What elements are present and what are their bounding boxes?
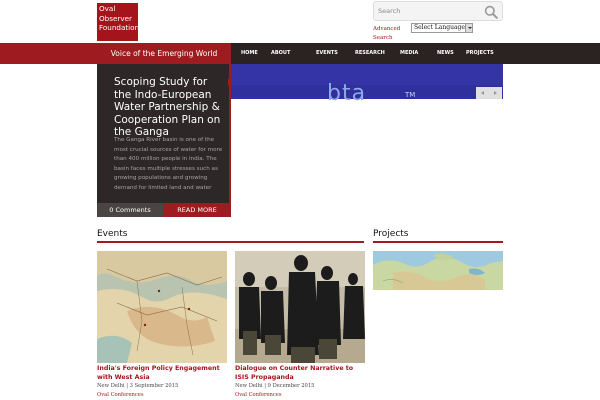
comments-button[interactable]: 0 Comments bbox=[97, 203, 163, 217]
chevron-right-icon[interactable] bbox=[489, 87, 502, 99]
project-map-image[interactable] bbox=[373, 251, 503, 290]
event-map-image[interactable] bbox=[97, 251, 227, 363]
language-select-value: Select Language bbox=[414, 24, 465, 31]
events-divider bbox=[97, 241, 364, 243]
event-category-2[interactable]: Oval Conferences bbox=[235, 392, 365, 398]
featured-story-title[interactable]: Scoping Study for the Indo-European Wate… bbox=[114, 76, 226, 139]
events-heading: Events bbox=[97, 229, 128, 239]
logo-line-1: Oval bbox=[99, 4, 116, 13]
slider-image-text: bta bbox=[327, 81, 367, 106]
search-icon[interactable] bbox=[484, 4, 498, 19]
event-title-2[interactable]: Dialogue on Counter Narrative to ISIS Pr… bbox=[235, 365, 367, 382]
nav-item-about-us[interactable]: ABOUT US bbox=[271, 43, 290, 77]
site-tagline: Voice of the Emerging World bbox=[110, 49, 218, 58]
logo-line-3: Foundation bbox=[99, 23, 140, 32]
nav-item-media[interactable]: MEDIA bbox=[400, 43, 418, 64]
nav-item-research[interactable]: RESEARCH bbox=[355, 43, 385, 64]
event-meta-1: New Delhi | 3 September 2015 bbox=[97, 383, 179, 389]
nav-item-events[interactable]: EVENTS bbox=[316, 43, 338, 64]
slider-image-band bbox=[231, 64, 503, 85]
language-select[interactable]: Select Language bbox=[411, 23, 473, 33]
slider-arrows bbox=[476, 87, 502, 99]
featured-pointer bbox=[228, 78, 232, 86]
projects-heading: Projects bbox=[373, 229, 409, 239]
nav-item-home[interactable]: HOME bbox=[241, 43, 258, 64]
event-group-image[interactable] bbox=[235, 251, 365, 363]
slider-image-mark: TM bbox=[405, 91, 416, 99]
chevron-left-icon[interactable] bbox=[476, 87, 489, 99]
nav-item-news[interactable]: NEWS bbox=[437, 43, 454, 64]
site-logo[interactable]: Oval Observer Foundation bbox=[97, 3, 140, 41]
nav-item-projects[interactable]: PROJECTS bbox=[466, 43, 494, 64]
search-input[interactable] bbox=[374, 2, 482, 20]
slider-image[interactable] bbox=[231, 64, 503, 99]
projects-divider bbox=[373, 241, 503, 243]
featured-story-excerpt: The Ganga River basin is one of the most… bbox=[114, 137, 223, 191]
read-more-button[interactable]: READ MORE bbox=[163, 203, 231, 217]
event-category-1[interactable]: Oval Conferences bbox=[97, 392, 227, 398]
advanced-search-link[interactable]: Advanced Search bbox=[373, 25, 407, 42]
search-box bbox=[373, 1, 503, 21]
event-meta-2: New Delhi | 9 December 2015 bbox=[235, 383, 315, 389]
chevron-down-icon bbox=[465, 24, 472, 32]
event-title-1[interactable]: India's Foreign Policy Engagement with W… bbox=[97, 365, 229, 382]
logo-line-2: Observer bbox=[99, 13, 132, 23]
